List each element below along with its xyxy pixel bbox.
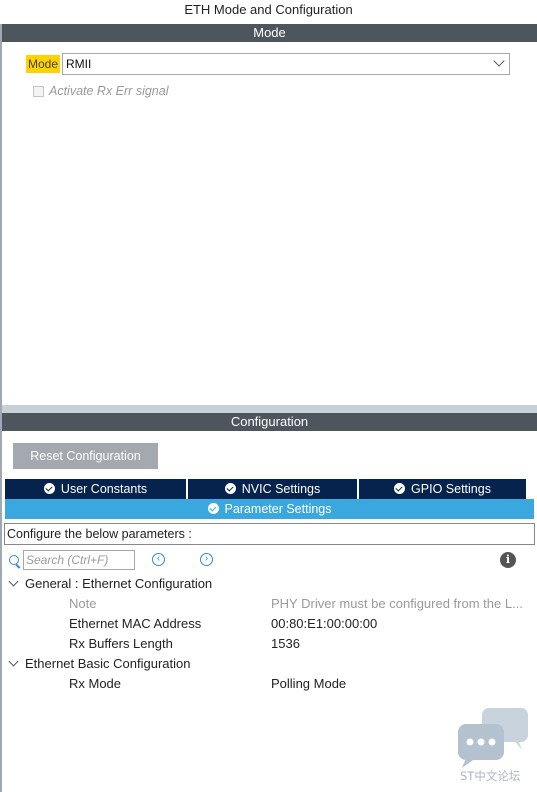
search-previous-button[interactable]: ‹ (152, 553, 165, 566)
reset-configuration-button[interactable]: Reset Configuration (13, 443, 158, 469)
tab-gpio-settings[interactable]: GPIO Settings (359, 479, 526, 499)
param-name-mac-address: Ethernet MAC Address (69, 616, 202, 631)
group-general-ethernet-configuration[interactable]: General : Ethernet Configuration (8, 575, 213, 593)
param-name-note: Note (69, 596, 97, 611)
activate-rx-err-checkbox[interactable] (33, 86, 44, 97)
mode-select-value: RMII (66, 57, 92, 71)
param-value-note[interactable]: PHY Driver must be configured from the L… (271, 595, 523, 613)
window-title: ETH Mode and Configuration (0, 0, 537, 24)
chevron-down-icon (8, 576, 19, 587)
activate-rx-err-label: Activate Rx Err signal (49, 84, 169, 98)
group-ethernet-basic-configuration[interactable]: Ethernet Basic Configuration (8, 655, 191, 673)
group-title: General : Ethernet Configuration (25, 576, 213, 591)
check-circle-icon (207, 503, 219, 514)
tab-gpio-settings-label: GPIO Settings (411, 482, 491, 496)
mode-label: Mode (26, 55, 61, 73)
group-title: Ethernet Basic Configuration (25, 656, 191, 671)
search-icon[interactable] (9, 555, 19, 565)
tab-parameter-settings[interactable]: Parameter Settings (5, 499, 534, 519)
check-circle-icon (394, 483, 406, 494)
param-name-rx-mode: Rx Mode (69, 676, 122, 691)
config-divider (2, 405, 537, 413)
tab-nvic-settings-label: NVIC Settings (241, 482, 321, 496)
tab-user-constants[interactable]: User Constants (5, 479, 186, 499)
mode-section-header: Mode (2, 24, 537, 42)
mode-select[interactable]: RMII (62, 53, 510, 75)
params-header: Configure the below parameters : (4, 523, 535, 545)
check-circle-icon (43, 483, 55, 494)
chevron-down-icon (493, 55, 505, 67)
check-circle-icon (224, 483, 236, 494)
search-next-button[interactable]: › (200, 553, 213, 566)
param-name-rx-buffers-length: Rx Buffers Length (69, 636, 173, 651)
param-value-mac-address[interactable]: 00:80:E1:00:00:00 (271, 615, 377, 633)
search-input[interactable] (23, 550, 135, 570)
watermark-text: ST中文论坛 (460, 769, 521, 783)
tab-parameter-settings-label: Parameter Settings (224, 502, 332, 516)
info-icon[interactable]: i (500, 552, 516, 568)
chevron-down-icon (8, 656, 19, 667)
tab-user-constants-label: User Constants (60, 482, 148, 496)
param-value-rx-buffers-length[interactable]: 1536 (271, 635, 300, 653)
tab-nvic-settings[interactable]: NVIC Settings (188, 479, 357, 499)
configuration-section-header: Configuration (2, 413, 537, 431)
param-value-rx-mode[interactable]: Polling Mode (271, 675, 346, 693)
